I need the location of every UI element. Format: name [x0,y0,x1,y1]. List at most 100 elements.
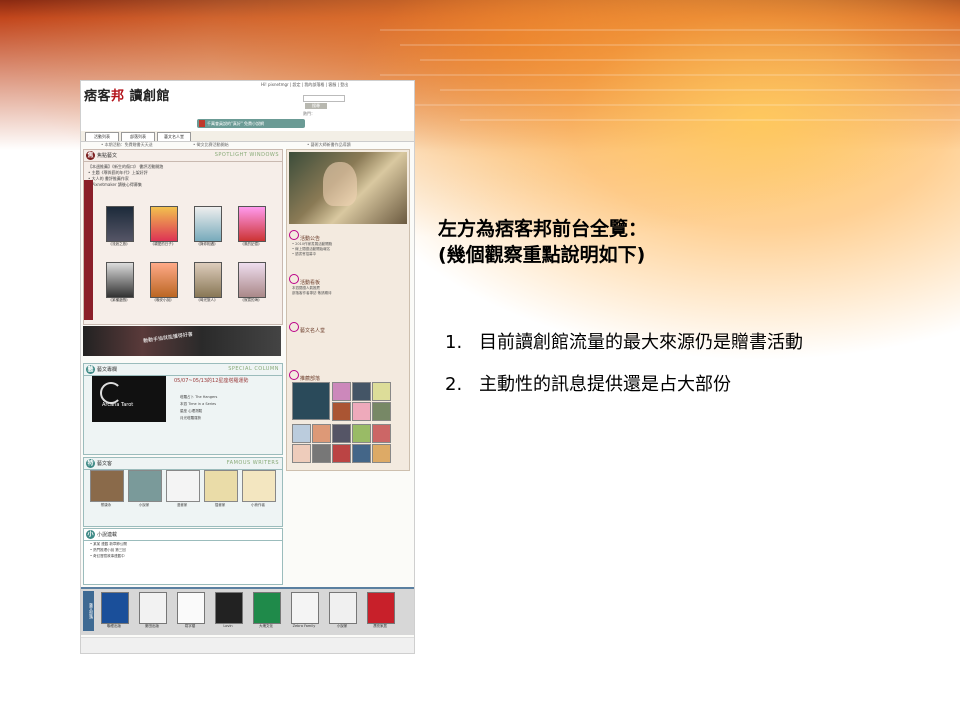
publisher-name[interactable]: 寫字樓 [175,624,205,628]
publisher-name[interactable]: Zebra Family [289,624,319,628]
avatar[interactable] [332,402,351,421]
book-cover[interactable] [150,206,178,242]
list-item[interactable]: 塔羅占卜 The Hangers [180,394,275,401]
publisher-logo[interactable] [101,592,129,624]
writer-avatar[interactable] [166,470,200,502]
book-cover[interactable] [194,262,222,298]
publisher-name[interactable]: 麥田出版 [137,624,167,628]
avatar[interactable] [332,382,351,401]
avatar[interactable] [352,424,371,443]
avatar[interactable] [332,444,351,463]
avatar[interactable] [332,424,351,443]
heading-line: (幾個觀察重點說明如下) [438,244,646,266]
site-logo[interactable]: 痞客邦 讀創館 [84,85,170,104]
publisher-name[interactable]: 大塊文化 [251,624,281,628]
book-cover[interactable] [106,262,134,298]
avatar[interactable] [372,382,391,401]
box-heading: 活動公告 [289,230,407,242]
column-heading[interactable]: 05/07~05/13的12星座塔羅運勢 [174,377,248,384]
avatar[interactable] [352,402,371,421]
feature-photo[interactable] [289,152,407,224]
list-item[interactable]: • 讀書會招募中 [292,252,404,257]
writer-name[interactable]: 插畫家 [202,503,238,507]
list-item[interactable]: • 奇幻冒險故事連載中 [90,553,127,559]
list-item[interactable]: 月光塔羅運勢 [180,415,275,422]
tab-blogs[interactable]: 部落列表 [121,132,155,141]
book-cover[interactable] [150,262,178,298]
publisher-name[interactable]: 小說家 [327,624,357,628]
top-links[interactable]: Hi! pixnetmgr | 設定 | 我的部落格 | 客服 | 登出 [261,82,348,88]
column-list: 塔羅占卜 The Hangers 本週 Time in a Series 星座 … [180,394,275,422]
publisher-name[interactable]: Lovin [213,624,243,628]
publisher-logo[interactable] [177,592,205,624]
avatar[interactable] [312,444,331,463]
writer-name[interactable]: 蔡康永 [88,503,124,507]
book-title[interactable]: 《親愛的日子》 [146,242,180,246]
crumb-link[interactable]: • 藝術大師新書作品導讀 [307,142,351,148]
writer-name[interactable]: 小熊作者 [240,503,276,507]
publisher-logo[interactable] [329,592,357,624]
book-title[interactable]: 《某種遊戲》 [102,298,136,302]
publisher-logo[interactable] [291,592,319,624]
writer-avatar[interactable] [242,470,276,502]
column-image[interactable]: Arcana Tarot [92,376,166,422]
avatar[interactable] [292,382,330,420]
avatar[interactable] [372,402,391,421]
book-title[interactable]: 《寂寞的海》 [234,298,268,302]
book-cover[interactable] [106,206,134,242]
promo-strip[interactable]: 動動手指就能獲得好書 [83,326,281,356]
avatar[interactable] [372,424,391,443]
publisher-logo[interactable] [367,592,395,624]
tab-hall-of-fame[interactable]: 藝文名人堂 [157,132,191,141]
search-input[interactable] [303,95,345,102]
book-cover[interactable] [238,262,266,298]
avatar-grid [292,382,404,466]
section-subtitle: SPOTLIGHT WINDOWS [214,152,279,158]
crumb-link[interactable]: • 徵文比賽活動開始 [193,142,229,148]
avatar[interactable] [312,424,331,443]
promo-banner[interactable]: 千萬會員說的"真好" 免費小說網 [197,119,305,128]
avatar[interactable] [292,444,311,463]
heading-line: 左方為痞客邦前台全覽： [438,218,648,240]
search-button[interactable]: 搜尋 [305,103,327,109]
publisher-logo[interactable] [215,592,243,624]
hot-keywords[interactable]: 熱門： [303,111,315,117]
avatar[interactable] [352,444,371,463]
side-strip [84,180,93,320]
avatar[interactable] [372,444,391,463]
publisher-name[interactable]: 聯經出版 [99,624,129,628]
publisher-name[interactable]: 漂亮家居 [365,624,395,628]
section-badge: 焦 [86,151,95,160]
list-item[interactable]: 本週 Time in a Series [180,401,275,408]
book-title[interactable]: 《流浪之旅》 [102,242,136,246]
list-item: 2. 主動性的訊息提供還是占大部份 [445,370,803,412]
avatar[interactable] [352,382,371,401]
list-item[interactable]: 部落客作者專訪 敬請期待 [292,291,404,296]
writer-name[interactable]: 小說家 [126,503,162,507]
publisher-logo[interactable] [253,592,281,624]
book-title[interactable]: 《風的記憶》 [234,242,268,246]
list-item[interactable]: 星座 心理測驗 [180,408,275,415]
section-title: 藝文客 [97,461,113,467]
book-title[interactable]: 《時光旅人》 [190,298,224,302]
publisher-logo[interactable] [139,592,167,624]
writer-avatar[interactable] [90,470,124,502]
slide-heading: 左方為痞客邦前台全覽： (幾個觀察重點說明如下) [438,216,647,268]
book-title[interactable]: 《與你相遇》 [190,242,224,246]
box-heading: 藝文名人堂 [289,322,407,334]
box-list: 本週閱讀人氣推薦 部落客作者專訪 敬請期待 [292,286,404,296]
book-cover[interactable] [194,206,222,242]
writer-name[interactable]: 漫畫家 [164,503,200,507]
tab-activities[interactable]: 活動列表 [85,132,119,141]
slide-background: 痞客邦 讀創館 Hi! pixnetmgr | 設定 | 我的部落格 | 客服 … [0,0,960,720]
column-section: 藝 藝文專欄 SPECIAL COLUMN Arcana Tarot 05/07… [83,363,283,455]
avatar[interactable] [292,424,311,443]
observation-list: 1. 目前讀創館流量的最大來源仍是贈書活動 2. 主動性的訊息提供還是占大部份 [445,328,803,412]
writer-avatar[interactable] [128,470,162,502]
site-footer [81,637,414,653]
crumb-link[interactable]: • 本期活動：免費贈書天天送 [101,142,153,148]
book-cover[interactable] [238,206,266,242]
writer-avatar[interactable] [204,470,238,502]
list-item[interactable]: • Pixnetmaker 讀後心得募集 [88,182,278,188]
book-title[interactable]: 《晚安小說》 [146,298,180,302]
